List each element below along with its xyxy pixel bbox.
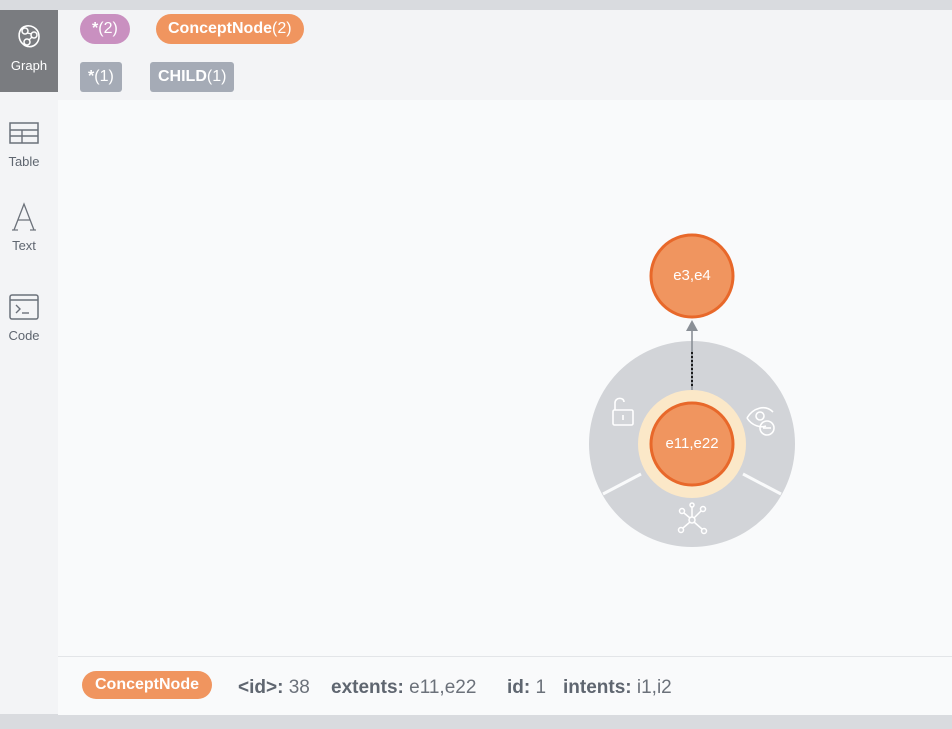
property-key: extents: xyxy=(331,677,404,698)
property-extents: extents: e11,e22 xyxy=(331,677,476,699)
tag-count: (1) xyxy=(94,68,114,85)
property-intents: intents: i1,i2 xyxy=(563,677,672,699)
node-label-pill-conceptnode[interactable]: ConceptNode(2) xyxy=(156,14,304,44)
pill-label: ConceptNode xyxy=(168,20,272,37)
inspector-footer: ConceptNode <id>: 38 extents: e11,e22 id… xyxy=(58,656,952,715)
property-id-value: id: 1 xyxy=(507,677,546,699)
table-icon xyxy=(9,118,39,148)
sidebar-item-label: Graph xyxy=(10,58,48,73)
sidebar-item-table[interactable]: Table xyxy=(0,106,48,188)
sidebar-item-code[interactable]: Code xyxy=(0,280,48,362)
property-value: 38 xyxy=(288,677,310,698)
graph-icon xyxy=(15,22,43,52)
pill-count: (2) xyxy=(98,20,118,37)
tag-label: CHILD xyxy=(158,68,207,85)
pill-count: (2) xyxy=(272,20,292,37)
sidebar-item-graph[interactable]: Graph xyxy=(0,10,58,92)
legend-bar: *(2) ConceptNode(2) *(1) CHILD(1) xyxy=(58,10,952,100)
tag-count: (1) xyxy=(206,68,227,85)
property-key: <id>: xyxy=(238,677,284,698)
sidebar-item-label: Table xyxy=(8,154,40,169)
sidebar-item-text[interactable]: Text xyxy=(0,190,48,272)
view-sidebar: Graph Table Text Code xyxy=(0,10,58,714)
code-icon xyxy=(9,292,39,322)
node-caption: e3,e4 xyxy=(673,267,711,284)
rel-type-tag-all[interactable]: *(1) xyxy=(80,62,122,92)
node-label-pill-all[interactable]: *(2) xyxy=(80,14,130,44)
property-key: intents: xyxy=(563,677,632,698)
property-value: i1,i2 xyxy=(636,677,672,698)
inspector-label-pill[interactable]: ConceptNode xyxy=(82,671,212,699)
property-id: <id>: 38 xyxy=(238,677,310,699)
graph-view-frame: Graph Table Text Code *(2) ConceptNode(2… xyxy=(0,10,952,715)
node-caption: e11,e22 xyxy=(665,435,719,452)
sidebar-item-label: Code xyxy=(8,328,40,343)
text-icon xyxy=(11,202,37,232)
sidebar-item-label: Text xyxy=(12,238,36,253)
property-value: e11,e22 xyxy=(409,677,477,698)
property-key: id: xyxy=(507,677,531,698)
graph-canvas[interactable]: e3,e4 e11,e22 xyxy=(58,100,952,656)
rel-type-tag-child[interactable]: CHILD(1) xyxy=(150,62,235,92)
property-value: 1 xyxy=(535,677,547,698)
